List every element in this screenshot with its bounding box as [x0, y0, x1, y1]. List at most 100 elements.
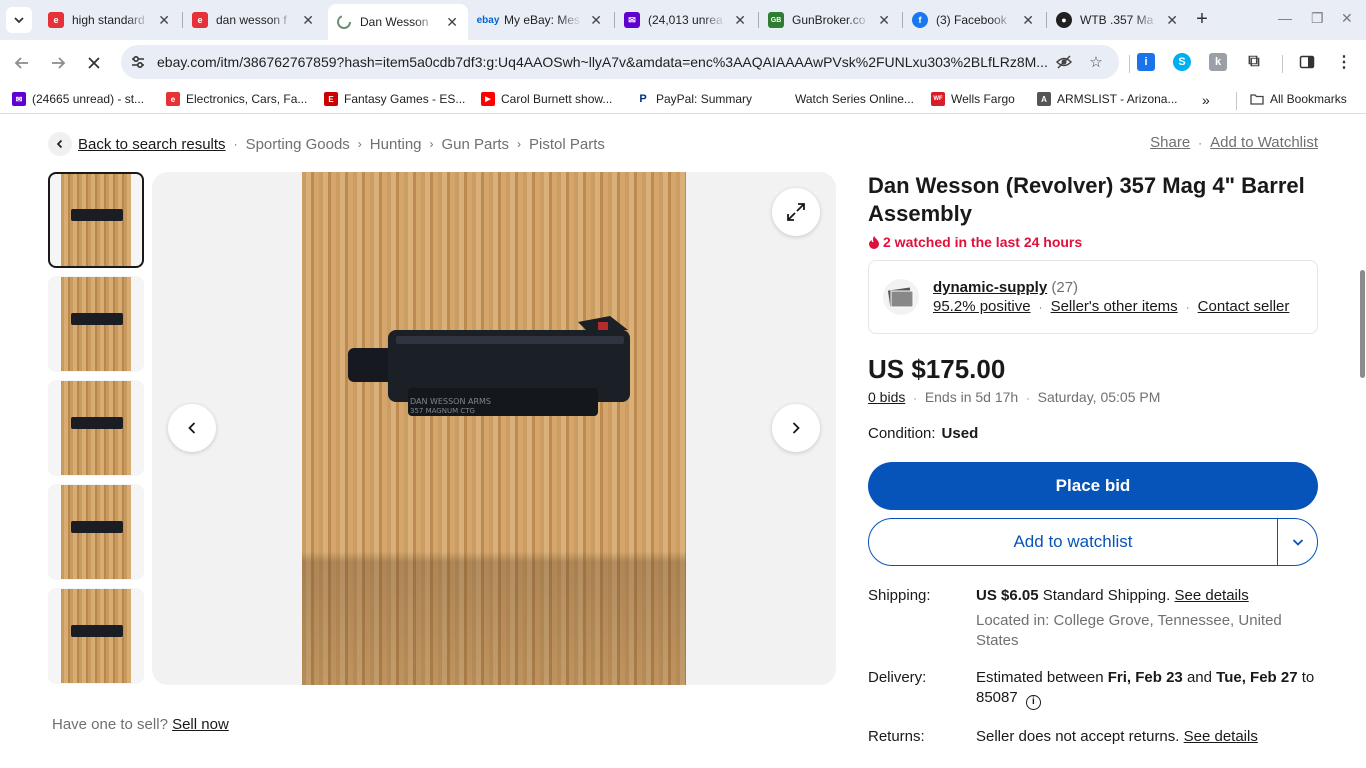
scrollbar-thumb[interactable]	[1360, 270, 1365, 378]
close-icon[interactable]: ✕	[876, 12, 892, 29]
thumbnail-4[interactable]	[48, 484, 144, 580]
bookmark-item[interactable]: ✉ (24665 unread) - st...	[12, 92, 144, 106]
returns-details-link[interactable]: See details	[1184, 728, 1258, 745]
shipping-details-link[interactable]: See details	[1175, 587, 1249, 604]
extension-icon[interactable]: k	[1209, 53, 1227, 71]
tab-6[interactable]: f (3) Facebook ✕	[904, 4, 1044, 36]
expand-fullscreen-button[interactable]	[772, 188, 820, 236]
bookmark-item[interactable]: E Fantasy Games - ES...	[324, 92, 465, 106]
main-product-image[interactable]: DAN WESSON ARMS 357 MAGNUM CTG	[302, 172, 686, 685]
thumbnail-5[interactable]	[48, 588, 144, 684]
close-icon[interactable]: ✕	[732, 12, 748, 29]
returns-label: Returns:	[868, 727, 925, 745]
back-arrow-icon[interactable]	[11, 52, 33, 74]
breadcrumb-item[interactable]: Pistol Parts	[529, 136, 605, 153]
kebab-menu-icon[interactable]: ⋮	[1335, 53, 1353, 71]
folder-icon	[1250, 92, 1264, 106]
separator-dot: ·	[1185, 302, 1190, 314]
skype-extension-icon[interactable]: S	[1173, 53, 1191, 71]
seller-name-link[interactable]: dynamic-supply	[933, 279, 1047, 296]
seller-positive-link[interactable]: 95.2% positive	[933, 298, 1031, 315]
close-icon[interactable]: ✕	[1164, 12, 1180, 29]
thumbnail-image	[61, 485, 131, 579]
side-panel-icon[interactable]	[1298, 53, 1316, 71]
thumbnail-1[interactable]	[48, 172, 144, 268]
item-price: US $175.00	[868, 354, 1006, 384]
bookmark-label: Wells Fargo	[951, 92, 1015, 106]
add-to-watchlist-button[interactable]: Add to watchlist	[869, 519, 1277, 565]
tab-active[interactable]: Dan Wesson ✕	[328, 4, 468, 40]
add-to-watchlist-link[interactable]: Add to Watchlist	[1210, 134, 1318, 151]
bookmark-label: All Bookmarks	[1270, 92, 1347, 106]
info-icon[interactable]: i	[1025, 694, 1041, 710]
stop-loading-icon[interactable]	[83, 52, 105, 74]
bookmark-item[interactable]: WF Wells Fargo	[931, 92, 1015, 106]
close-window-icon[interactable]: ✕	[1341, 10, 1353, 27]
back-to-search-link[interactable]: Back to search results	[78, 136, 226, 153]
new-tab-button[interactable]: +	[1192, 9, 1212, 29]
seller-store-icon[interactable]	[883, 279, 919, 315]
all-bookmarks-folder[interactable]: All Bookmarks	[1250, 92, 1347, 106]
main-image-viewer: DAN WESSON ARMS 357 MAGNUM CTG	[152, 172, 836, 685]
svg-text:DAN WESSON ARMS: DAN WESSON ARMS	[410, 397, 491, 406]
previous-image-button[interactable]	[168, 404, 216, 452]
delivery-and: and	[1186, 669, 1212, 686]
url-text: ebay.com/itm/386762767859?hash=item5a0cd…	[157, 54, 1047, 70]
place-bid-button[interactable]: Place bid	[868, 462, 1318, 510]
more-bookmarks-chevron-icon[interactable]: »	[1202, 92, 1210, 108]
tab-1[interactable]: e dan wesson f ✕	[184, 4, 324, 36]
breadcrumb-item[interactable]: Gun Parts	[442, 136, 510, 153]
close-icon[interactable]: ✕	[156, 12, 172, 29]
bookmark-item[interactable]: Watch Series Online...	[775, 92, 914, 106]
sell-now-link[interactable]: Sell now	[172, 716, 229, 733]
bookmark-item[interactable]: ▶ Carol Burnett show...	[481, 92, 612, 106]
share-link[interactable]: Share	[1150, 134, 1190, 151]
tab-7[interactable]: ● WTB .357 Ma ✕	[1048, 4, 1188, 36]
seller-other-items-link[interactable]: Seller's other items	[1051, 298, 1178, 315]
forward-arrow-icon[interactable]	[47, 52, 69, 74]
back-chevron-icon[interactable]	[48, 132, 72, 156]
bookmark-item[interactable]: e Electronics, Cars, Fa...	[166, 92, 307, 106]
address-bar[interactable]: ebay.com/itm/386762767859?hash=item5a0cd…	[121, 45, 1119, 79]
delivery-row: Delivery: Estimated between Fri, Feb 23 …	[868, 668, 1318, 710]
delivery-label: Delivery:	[868, 669, 927, 686]
separator-dot: ·	[233, 137, 238, 151]
tab-search-button[interactable]	[6, 7, 32, 33]
tab-0[interactable]: e high standard ✕	[40, 4, 180, 36]
bookmark-label: Carol Burnett show...	[501, 92, 613, 106]
bids-link[interactable]: 0 bids	[868, 389, 905, 405]
bookmark-item[interactable]: A ARMSLIST - Arizona...	[1037, 92, 1178, 106]
chevron-down-icon	[14, 17, 24, 24]
breadcrumb-item[interactable]: Hunting	[370, 136, 422, 153]
close-icon[interactable]: ✕	[444, 14, 460, 31]
site-settings-icon[interactable]	[129, 53, 147, 71]
page-scrollbar[interactable]	[1358, 130, 1366, 768]
svg-text:357 MAGNUM CTG: 357 MAGNUM CTG	[410, 407, 475, 415]
close-icon[interactable]: ✕	[588, 12, 604, 29]
watchlist-dropdown-button[interactable]	[1277, 519, 1317, 565]
bookmark-label: PayPal: Summary	[656, 92, 753, 106]
contact-seller-link[interactable]: Contact seller	[1198, 298, 1290, 315]
eye-off-icon[interactable]	[1055, 53, 1073, 71]
maximize-icon[interactable]: ❐	[1311, 10, 1324, 27]
thumbnail-image	[61, 589, 131, 683]
bookmark-item[interactable]: P PayPal: Summary	[636, 92, 752, 106]
thumbnail-3[interactable]	[48, 380, 144, 476]
next-image-button[interactable]	[772, 404, 820, 452]
close-icon[interactable]: ✕	[300, 12, 316, 29]
info-extension-icon[interactable]: i	[1137, 53, 1155, 71]
condition-label: Condition:	[868, 425, 936, 442]
minimize-icon[interactable]: —	[1278, 10, 1292, 26]
star-bookmark-icon[interactable]: ☆	[1087, 53, 1105, 71]
breadcrumb-item[interactable]: Sporting Goods	[246, 136, 350, 153]
tab-5[interactable]: GB GunBroker.co ✕	[760, 4, 900, 36]
close-icon[interactable]: ✕	[1020, 12, 1036, 29]
shipping-row: Shipping: US $6.05 Standard Shipping. Se…	[868, 586, 1318, 651]
tab-3[interactable]: ebay My eBay: Mes ✕	[472, 4, 612, 36]
tab-4[interactable]: ✉ (24,013 unrea ✕	[616, 4, 756, 36]
thumbnail-2[interactable]	[48, 276, 144, 372]
puzzle-extensions-icon[interactable]: ⧉	[1245, 53, 1263, 71]
blank-page-icon	[775, 92, 789, 106]
separator-dot: ·	[1026, 393, 1030, 405]
separator-dot: ·	[1198, 135, 1203, 150]
